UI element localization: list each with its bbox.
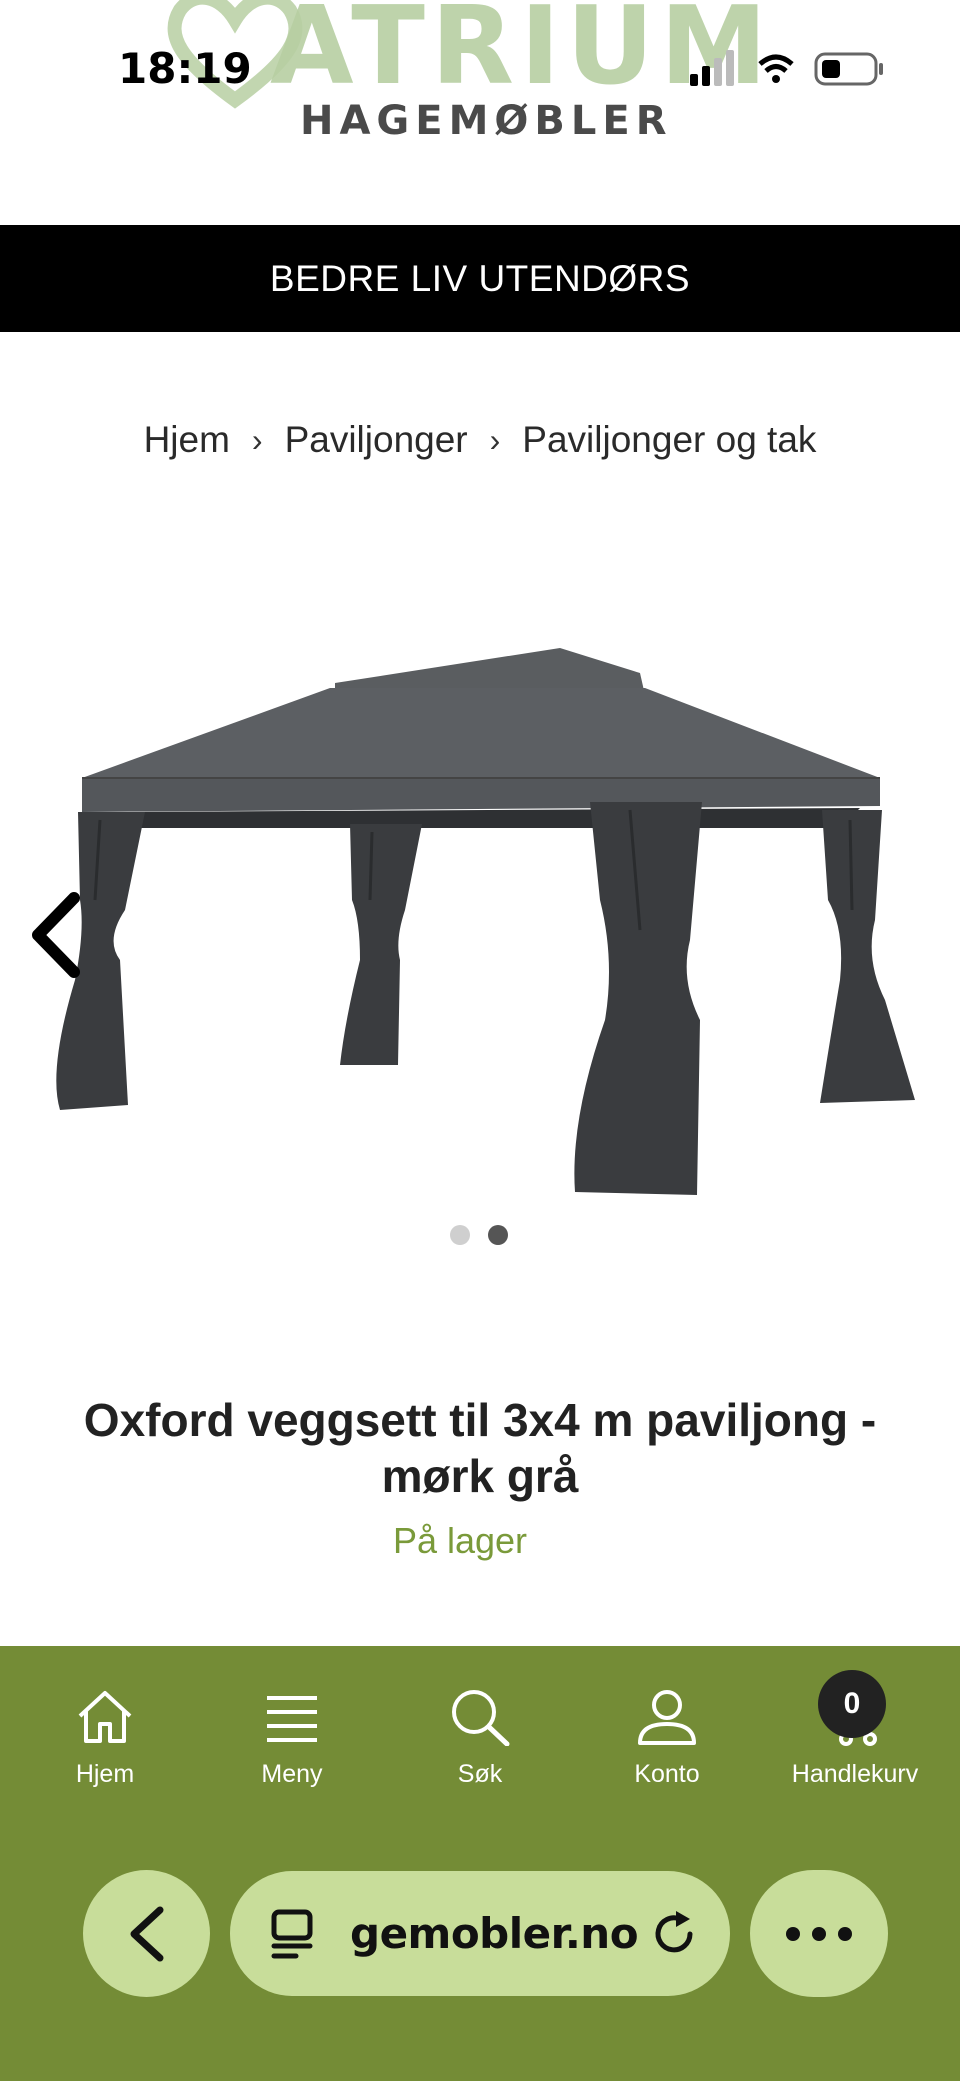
cart-count-badge[interactable]: 0 (818, 1670, 886, 1738)
gallery-dot-active[interactable] (488, 1225, 508, 1245)
nav-home[interactable]: Hjem (35, 1688, 175, 1789)
product-image[interactable] (0, 600, 960, 1240)
gallery-dot[interactable] (450, 1225, 470, 1245)
site-header: ATRIUM HAGEMØBLER 18:19 (0, 0, 960, 225)
more-dot-icon (812, 1926, 826, 1941)
gallery-prev-arrow[interactable] (26, 890, 86, 980)
nav-account-label: Konto (634, 1760, 700, 1788)
url-text: gemobler.no (350, 1909, 639, 1958)
nav-cart-label: Handlekurv (791, 1760, 919, 1788)
reload-icon[interactable] (650, 1909, 700, 1959)
promo-banner-text: BEDRE LIV UTENDØRS (269, 257, 691, 299)
stock-status: På lager (392, 1520, 528, 1561)
nav-menu-label: Meny (261, 1760, 323, 1788)
status-icons (690, 50, 883, 86)
more-dot-icon (838, 1926, 852, 1941)
signal-icon (690, 50, 734, 86)
breadcrumb-paviljonger-og-tak[interactable]: Paviljonger og tak (522, 419, 816, 461)
breadcrumb-separator: › (251, 421, 263, 458)
breadcrumb-home[interactable]: Hjem (144, 419, 230, 461)
browser-back-button[interactable] (83, 1870, 210, 1997)
nav-search-label: Søk (457, 1760, 503, 1788)
more-dot-icon (786, 1926, 800, 1941)
browser-more-button[interactable] (750, 1870, 888, 1997)
home-icon (78, 1691, 132, 1743)
status-time: 18:19 (118, 44, 252, 93)
user-icon (638, 1690, 696, 1745)
nav-menu[interactable]: Meny (222, 1688, 362, 1789)
product-title: Oxford veggsett til 3x4 m paviljong - mø… (83, 1394, 877, 1502)
breadcrumb: Hjem › Paviljonger › Paviljonger og tak (0, 410, 960, 470)
battery-icon (814, 52, 883, 86)
promo-banner: BEDRE LIV UTENDØRS (0, 225, 960, 332)
breadcrumb-paviljonger[interactable]: Paviljonger (285, 419, 468, 461)
page: ATRIUM HAGEMØBLER 18:19 BEDRE LIV UTENDØ… (0, 0, 960, 2081)
gallery-pagination (450, 1225, 508, 1245)
search-icon (452, 1690, 510, 1746)
menu-icon (267, 1696, 317, 1742)
logo-subtitle: HAGEMØBLER (300, 98, 673, 144)
breadcrumb-separator: › (489, 421, 501, 458)
nav-account[interactable]: Konto (597, 1688, 737, 1789)
nav-search[interactable]: Søk (410, 1688, 550, 1789)
chevron-left-icon (130, 1906, 163, 1961)
browser-address-bar[interactable]: gemobler.no (230, 1871, 730, 1996)
page-settings-icon[interactable] (266, 1908, 318, 1960)
wifi-icon (758, 54, 794, 83)
nav-home-label: Hjem (75, 1760, 135, 1788)
